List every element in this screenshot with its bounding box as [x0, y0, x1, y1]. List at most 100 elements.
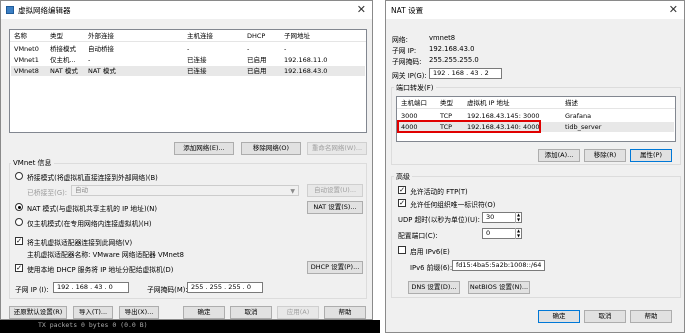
pf-header: 主机端口 类型 虚拟机 IP 地址 描述 [397, 97, 675, 109]
udp-timeout-field[interactable]: 30 ▲ ▼ [482, 212, 522, 223]
col-external[interactable]: 外部连接 [88, 31, 114, 41]
config-port-value: 0 [486, 229, 491, 237]
subnet-ip-field[interactable]: 192 . 168 . 43 . 0 [53, 282, 129, 293]
dhcp-label: 使用本地 DHCP 服务将 IP 地址分配给虚拟机(D) [27, 266, 174, 274]
nat-settings-window: NAT 设置 ✕ 网络: vmnet8 子网 IP: 192.168.43.0 … [385, 0, 685, 333]
network-value: vmnet8 [429, 34, 456, 42]
close-icon[interactable]: ✕ [669, 3, 678, 16]
cell: - [88, 56, 91, 64]
dhcp-settings-button[interactable]: DHCP 设置(P)... [307, 261, 363, 274]
rename-network-button[interactable]: 重命名网络(W)... [307, 142, 367, 155]
restore-defaults-button[interactable]: 还原默认设置(R) [9, 306, 67, 319]
remove-network-button[interactable]: 移除网络(O) [241, 142, 301, 155]
nat-ok-button[interactable]: 确定 [538, 310, 580, 323]
subnet-ip-label: 子网 IP (I): [15, 286, 49, 294]
subnet-mask-field[interactable]: 255 . 255 . 255 . 0 [187, 282, 263, 293]
terminal-text: TX packets 0 bytes 0 (0.0 B) [38, 321, 148, 329]
cell: 已连接 [187, 56, 207, 64]
nat-label: NAT 模式(与虚拟机共享主机的 IP 地址)(N) [27, 205, 157, 213]
nat-title-bar[interactable]: NAT 设置 ✕ [386, 1, 684, 19]
cell: 已连接 [187, 67, 207, 75]
bridged-to-select[interactable]: 自动 ▼ [71, 185, 299, 196]
terminal-strip: TX packets 0 bytes 0 (0.0 B) [0, 320, 380, 333]
title-bar[interactable]: 虚拟网络编辑器 ✕ [1, 1, 372, 19]
cell: - [247, 45, 250, 53]
apply-button[interactable]: 应用(A) [277, 306, 319, 319]
col-dhcp[interactable]: DHCP [247, 31, 265, 41]
enable-ipv6-checkbox[interactable] [398, 246, 406, 254]
table-row[interactable]: VMnet1 仅主机... - 已连接 已启用 192.168.11.0 [11, 55, 365, 65]
ipv6-prefix-field[interactable]: fd15:4ba5:5a2b:1008::/64 [452, 260, 545, 271]
cell: Grafana [565, 112, 592, 120]
cell: VMnet1 [14, 56, 39, 64]
config-port-spin-icon[interactable]: ▲ ▼ [515, 228, 521, 239]
cell: 192.168.11.0 [284, 56, 328, 64]
pf-properties-button[interactable]: 属性(P) [630, 149, 672, 162]
network-table: 名称 类型 外部连接 主机连接 DHCP 子网地址 VMnet0 桥接模式 自动… [9, 29, 367, 133]
bridged-to-value: 自动 [75, 186, 88, 194]
nat-subnet-ip-value: 192.168.43.0 [429, 45, 475, 53]
nat-radio[interactable] [15, 203, 23, 211]
hostonly-radio[interactable] [15, 218, 23, 226]
help-button[interactable]: 帮助 [324, 306, 366, 319]
cell: VMnet0 [14, 45, 39, 53]
app-icon [6, 6, 14, 14]
pf-add-button[interactable]: 添加(A)... [538, 149, 580, 162]
chevron-down-icon: ▼ [290, 188, 295, 195]
table-header: 名称 类型 外部连接 主机连接 DHCP 子网地址 [10, 30, 366, 42]
gateway-field[interactable]: 192 . 168 . 43 . 2 [429, 68, 502, 79]
col-type[interactable]: 类型 [50, 31, 63, 41]
nat-subnet-ip-label: 子网 IP: [392, 47, 417, 55]
export-button[interactable]: 导出(X)... [119, 306, 159, 319]
nat-window-title: NAT 设置 [391, 5, 424, 15]
col-subnet[interactable]: 子网地址 [284, 31, 310, 41]
ok-button[interactable]: 确定 [183, 306, 225, 319]
bridged-label: 桥接模式(将虚拟机直接连接到外部网络)(B) [27, 174, 158, 182]
connect-adapter-checkbox[interactable] [15, 237, 23, 245]
add-network-button[interactable]: 添加网络(E)... [174, 142, 234, 155]
cell: - [187, 45, 190, 53]
col-host[interactable]: 主机连接 [187, 31, 213, 41]
cell: VMnet8 [14, 67, 39, 75]
col-host-port[interactable]: 主机端口 [401, 98, 427, 108]
advanced-title: 高级 [394, 172, 412, 182]
nat-help-button[interactable]: 帮助 [630, 310, 672, 323]
vmnet-info-title: VMnet 信息 [11, 158, 54, 168]
allow-oui-checkbox[interactable] [398, 199, 406, 207]
cell: 仅主机... [50, 56, 76, 64]
nat-settings-button[interactable]: NAT 设置(S)... [307, 201, 363, 214]
pf-remove-button[interactable]: 移除(R) [584, 149, 626, 162]
subnet-mask-label: 子网掩码(M): [147, 286, 188, 294]
col-name[interactable]: 名称 [14, 31, 27, 41]
udp-timeout-value: 30 [486, 213, 495, 221]
cell: 已启用 [247, 56, 267, 64]
table-row[interactable]: VMnet0 桥接模式 自动桥接 - - - [11, 44, 365, 54]
import-button[interactable]: 导入(T)... [73, 306, 113, 319]
window-title: 虚拟网络编辑器 [18, 5, 71, 15]
virtual-network-editor-window: 虚拟网络编辑器 ✕ 名称 类型 外部连接 主机连接 DHCP 子网地址 VMne… [0, 0, 373, 320]
dhcp-checkbox[interactable] [15, 264, 23, 272]
dns-settings-button[interactable]: DNS 设置(D)... [408, 281, 460, 294]
nat-cancel-button[interactable]: 取消 [584, 310, 626, 323]
cell: NAT 模式 [88, 67, 116, 75]
col-type[interactable]: 类型 [440, 98, 453, 108]
col-vm-ip[interactable]: 虚拟机 IP 地址 [467, 98, 509, 108]
nat-subnet-mask-label: 子网掩码: [392, 58, 422, 66]
col-desc[interactable]: 描述 [565, 98, 578, 108]
cancel-button[interactable]: 取消 [230, 306, 272, 319]
udp-spin-icon[interactable]: ▲ ▼ [515, 212, 521, 223]
bridged-radio[interactable] [15, 172, 23, 180]
cell: NAT 模式 [50, 67, 78, 75]
table-row-selected[interactable]: VMnet8 NAT 模式 NAT 模式 已连接 已启用 192.168.43.… [11, 66, 365, 76]
udp-timeout-label: UDP 超时(以秒为单位)(U): [398, 216, 480, 224]
close-icon[interactable]: ✕ [357, 3, 366, 16]
cell: 桥接模式 [50, 45, 76, 53]
allow-oui-label: 允许任何组织唯一标识符(O) [410, 201, 496, 209]
bridged-to-label: 已桥接至(G): [27, 189, 68, 197]
auto-settings-button[interactable]: 自动设置(U)... [307, 184, 363, 197]
config-port-field[interactable]: 0 ▲ ▼ [482, 228, 522, 239]
allow-ftp-checkbox[interactable] [398, 186, 406, 194]
allow-ftp-label: 允许活动的 FTP(T) [410, 188, 468, 196]
gateway-label: 网关 IP(G): [392, 72, 427, 80]
netbios-settings-button[interactable]: NetBIOS 设置(N)... [468, 281, 530, 294]
